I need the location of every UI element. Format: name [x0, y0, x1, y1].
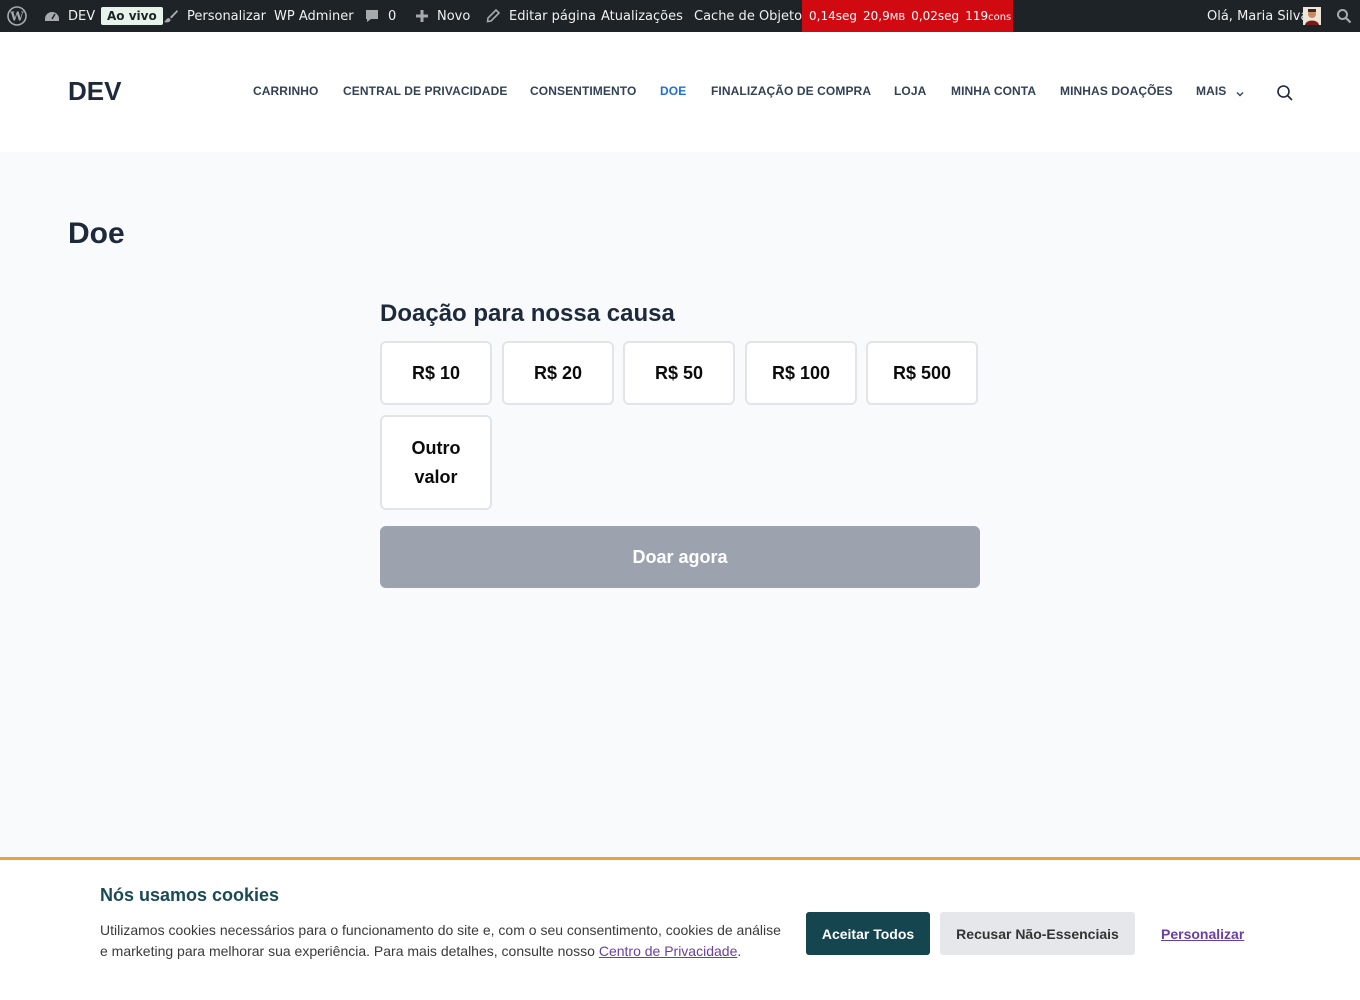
amount-option-500[interactable]: R$ 500: [866, 341, 978, 405]
search-icon[interactable]: [1276, 84, 1294, 107]
cookie-banner: Nós usamos cookies Utilizamos cookies ne…: [0, 857, 1360, 1000]
brush-icon: [163, 0, 179, 32]
cookie-text: Utilizamos cookies necessários para o fu…: [100, 922, 781, 959]
live-badge: Ao vivo: [101, 7, 163, 25]
queries-unit: cons: [988, 12, 1012, 23]
avatar[interactable]: [1303, 0, 1321, 32]
nav-item-minhas-doacoes[interactable]: MINHAS DOAÇÕES: [1060, 84, 1173, 98]
nav-item-central-de-privacidade[interactable]: CENTRAL DE PRIVACIDADE: [343, 84, 507, 98]
nav-item-carrinho[interactable]: CARRINHO: [253, 84, 318, 98]
admin-bar: W DEV Ao vivo Personalizar WP Adminer 0 …: [0, 0, 1360, 32]
memory-unit: MB: [889, 12, 906, 23]
query-time: 0,02seg: [911, 9, 960, 23]
edit-page-link[interactable]: Editar página: [509, 0, 596, 32]
plus-icon[interactable]: [414, 0, 430, 32]
account-greeting[interactable]: Olá, Maria Silva: [1207, 0, 1308, 32]
cookie-title: Nós usamos cookies: [100, 885, 280, 905]
reject-non-essential-button[interactable]: Recusar Não-Essenciais: [940, 912, 1135, 955]
amount-option-20[interactable]: R$ 20: [502, 341, 614, 405]
nav-item-minha-conta[interactable]: MINHA CONTA: [951, 84, 1036, 98]
site-name-link[interactable]: DEV: [68, 0, 95, 32]
amount-option-10[interactable]: R$ 10: [380, 341, 492, 405]
search-icon[interactable]: [1336, 0, 1352, 32]
comment-icon[interactable]: [364, 0, 380, 32]
query-monitor-stats[interactable]: 0,14seg 20,9MB 0,02seg 119cons: [802, 0, 1013, 32]
customize-link[interactable]: Personalizar: [187, 0, 266, 32]
pencil-icon: [485, 0, 501, 32]
amount-option-other[interactable]: Outro valor: [380, 415, 492, 510]
new-link[interactable]: Novo: [437, 0, 470, 32]
accept-all-button[interactable]: Aceitar Todos: [806, 912, 930, 955]
donate-button[interactable]: Doar agora: [380, 526, 980, 588]
nav-item-consentimento[interactable]: CONSENTIMENTO: [530, 84, 636, 98]
page-time: 0,14seg: [809, 9, 857, 23]
nav-item-finalizacao-de-compra[interactable]: FINALIZAÇÃO DE COMPRA: [711, 84, 871, 98]
object-cache-link[interactable]: Cache de Objeto: [694, 0, 802, 32]
amount-option-100[interactable]: R$ 100: [745, 341, 857, 405]
chevron-down-icon[interactable]: [1235, 86, 1245, 104]
nav-item-mais[interactable]: MAIS: [1196, 84, 1226, 98]
memory-value: 20,9: [862, 9, 890, 23]
wp-adminer-link[interactable]: WP Adminer: [274, 0, 354, 32]
queries-value: 119: [965, 9, 989, 23]
dashboard-icon[interactable]: [43, 0, 61, 32]
site-header: DEV CARRINHO CENTRAL DE PRIVACIDADE CONS…: [0, 32, 1360, 152]
updates-link[interactable]: Atualizações: [601, 0, 683, 32]
wordpress-icon[interactable]: W: [7, 0, 27, 32]
customize-cookies-button[interactable]: Personalizar: [1161, 912, 1244, 955]
comments-count[interactable]: 0: [388, 0, 396, 32]
nav-item-doe[interactable]: DOE: [660, 84, 686, 98]
amount-option-50[interactable]: R$ 50: [623, 341, 735, 405]
site-logo[interactable]: DEV: [68, 76, 121, 107]
page-title: Doe: [68, 217, 125, 250]
donation-title: Doação para nossa causa: [380, 300, 675, 327]
privacy-center-link[interactable]: Centro de Privacidade: [599, 943, 738, 959]
nav-item-loja[interactable]: LOJA: [894, 84, 926, 98]
svg-text:W: W: [9, 10, 24, 24]
